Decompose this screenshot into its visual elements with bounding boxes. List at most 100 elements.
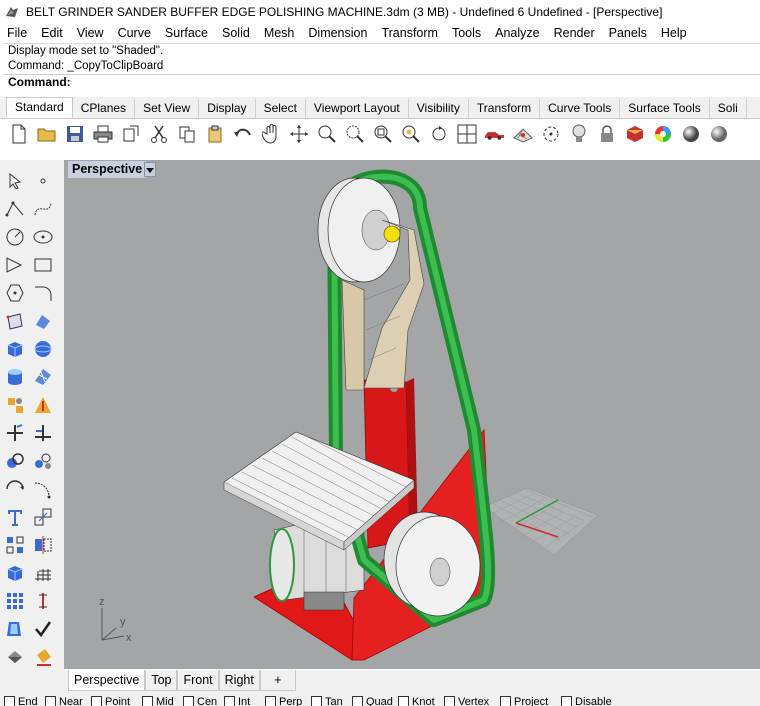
array-icon[interactable]: [4, 534, 26, 556]
osnap-item[interactable]: Perp: [265, 696, 302, 706]
tab-select[interactable]: Select: [256, 99, 306, 118]
menu-help[interactable]: Help: [654, 26, 694, 40]
osnap-item[interactable]: Mid: [142, 696, 174, 706]
ungroup-icon[interactable]: [32, 450, 54, 472]
menu-panels[interactable]: Panels: [602, 26, 654, 40]
menu-surface[interactable]: Surface: [158, 26, 215, 40]
viewport-tab-top[interactable]: Top: [145, 670, 178, 691]
tab-set-view[interactable]: Set View: [135, 99, 200, 118]
menu-view[interactable]: View: [70, 26, 111, 40]
scale-icon[interactable]: [32, 506, 54, 528]
tab-visibility[interactable]: Visibility: [409, 99, 469, 118]
mesh-icon[interactable]: [32, 562, 54, 584]
menu-dimension[interactable]: Dimension: [301, 26, 374, 40]
osnap-checkbox[interactable]: [224, 696, 235, 706]
box-icon[interactable]: [4, 338, 26, 360]
sphere-render-icon[interactable]: [708, 124, 729, 145]
rotate-view-icon[interactable]: [288, 124, 309, 145]
sphere-icon[interactable]: [32, 338, 54, 360]
osnap-item[interactable]: Project: [500, 696, 548, 706]
osnap-checkbox[interactable]: [561, 696, 572, 706]
check-icon[interactable]: [32, 618, 54, 640]
copy-icon[interactable]: [176, 124, 197, 145]
four-viewports-icon[interactable]: [456, 124, 477, 145]
osnap-checkbox[interactable]: [91, 696, 102, 706]
osnap-item[interactable]: Vertex: [444, 696, 489, 706]
offset-icon[interactable]: [4, 478, 26, 500]
dimension-icon[interactable]: [32, 590, 54, 612]
fillet-curve-icon[interactable]: [32, 282, 54, 304]
bucket-icon[interactable]: [32, 646, 54, 668]
tab-transform[interactable]: Transform: [469, 99, 541, 118]
text-icon[interactable]: [4, 506, 26, 528]
blend-icon[interactable]: [32, 478, 54, 500]
point-icon[interactable]: [32, 170, 54, 192]
command-prompt[interactable]: Command:: [4, 74, 760, 90]
osnap-item[interactable]: Point: [91, 696, 130, 706]
circle-icon[interactable]: [4, 226, 26, 248]
osnap-checkbox[interactable]: [4, 696, 15, 706]
osnap-checkbox[interactable]: [311, 696, 322, 706]
menu-tools[interactable]: Tools: [445, 26, 488, 40]
osnap-item[interactable]: Knot: [398, 696, 435, 706]
trim-icon[interactable]: [4, 422, 26, 444]
grid-icon[interactable]: [512, 124, 533, 145]
arc-icon[interactable]: [4, 254, 26, 276]
tab-curve-tools[interactable]: Curve Tools: [540, 99, 621, 118]
car-icon[interactable]: [484, 124, 505, 145]
osnap-checkbox[interactable]: [444, 696, 455, 706]
print-icon[interactable]: [92, 124, 113, 145]
explode-icon[interactable]: [4, 394, 26, 416]
group-icon[interactable]: [4, 450, 26, 472]
polygon-icon[interactable]: [4, 282, 26, 304]
menu-render[interactable]: Render: [547, 26, 602, 40]
extrude-icon[interactable]: [32, 310, 54, 332]
osnap-checkbox[interactable]: [183, 696, 194, 706]
add-viewport-tab-button[interactable]: +: [259, 670, 296, 691]
menu-curve[interactable]: Curve: [111, 26, 158, 40]
osnap-checkbox[interactable]: [45, 696, 56, 706]
zoom-window-icon[interactable]: [344, 124, 365, 145]
paint-icon[interactable]: [4, 646, 26, 668]
undo-icon[interactable]: [232, 124, 253, 145]
viewport-tab-right[interactable]: Right: [218, 670, 260, 691]
rotate-icon[interactable]: [428, 124, 449, 145]
osnap-item[interactable]: End: [4, 696, 38, 706]
solid-edit-icon[interactable]: [4, 562, 26, 584]
curve-icon[interactable]: [32, 198, 54, 220]
material-icon[interactable]: [624, 124, 645, 145]
cylinder-icon[interactable]: [4, 366, 26, 388]
osnap-item[interactable]: Cen: [183, 696, 217, 706]
menu-file[interactable]: File: [0, 26, 34, 40]
circle-icon[interactable]: [540, 124, 561, 145]
save-icon[interactable]: [64, 124, 85, 145]
menu-analyze[interactable]: Analyze: [488, 26, 546, 40]
tab-display[interactable]: Display: [199, 99, 256, 118]
bulb-icon[interactable]: [568, 124, 589, 145]
grid-array-icon[interactable]: [4, 590, 26, 612]
surface-pts-icon[interactable]: [4, 310, 26, 332]
polyline-icon[interactable]: [4, 198, 26, 220]
lock-icon[interactable]: [596, 124, 617, 145]
zoom-selected-icon[interactable]: [400, 124, 421, 145]
surface-icon[interactable]: [32, 366, 54, 388]
osnap-item[interactable]: Near: [45, 696, 83, 706]
split-icon[interactable]: [32, 422, 54, 444]
viewport-perspective[interactable]: Perspective z y x: [64, 160, 760, 669]
osnap-item[interactable]: Quad: [352, 696, 393, 706]
import-icon[interactable]: [120, 124, 141, 145]
sphere-shaded-icon[interactable]: [680, 124, 701, 145]
osnap-checkbox[interactable]: [265, 696, 276, 706]
menu-mesh[interactable]: Mesh: [257, 26, 302, 40]
osnap-item[interactable]: Disable: [561, 696, 612, 706]
osnap-checkbox[interactable]: [398, 696, 409, 706]
paste-icon[interactable]: [204, 124, 225, 145]
new-icon[interactable]: [8, 124, 29, 145]
tab-standard[interactable]: Standard: [6, 97, 73, 118]
layers-icon[interactable]: [4, 618, 26, 640]
boolean-icon[interactable]: [32, 394, 54, 416]
viewport-tab-perspective[interactable]: Perspective: [68, 670, 146, 691]
tab-solid-tools[interactable]: Soli: [710, 99, 747, 118]
osnap-checkbox[interactable]: [352, 696, 363, 706]
tab-cplanes[interactable]: CPlanes: [73, 99, 136, 118]
